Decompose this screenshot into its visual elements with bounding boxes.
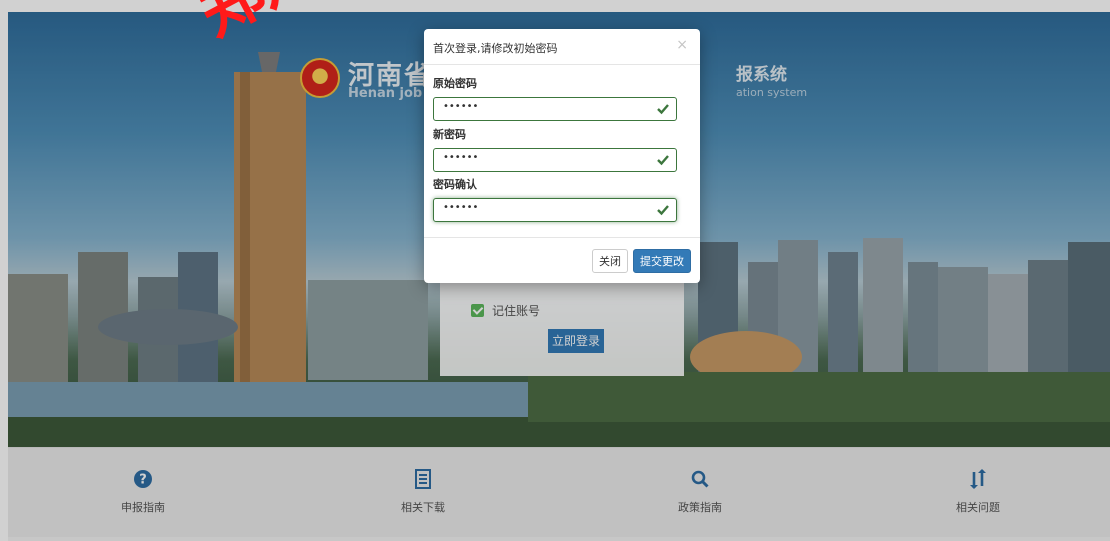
new-password-value: •••••• bbox=[443, 152, 479, 163]
field-label-new: 新密码 bbox=[433, 128, 466, 141]
close-icon[interactable]: × bbox=[676, 37, 688, 53]
check-icon bbox=[657, 104, 669, 115]
change-password-modal: 首次登录,请修改初始密码 × 原始密码 •••••• 新密码 •••••• 密码… bbox=[424, 29, 700, 283]
new-password-input[interactable]: •••••• bbox=[433, 148, 677, 172]
field-new-password: 新密码 •••••• bbox=[433, 126, 677, 172]
field-label-confirm: 密码确认 bbox=[433, 178, 477, 191]
confirm-password-value: •••••• bbox=[443, 202, 479, 213]
modal-title: 首次登录,请修改初始密码 bbox=[433, 42, 558, 55]
submit-change-button[interactable]: 提交更改 bbox=[633, 249, 691, 273]
field-label-original: 原始密码 bbox=[433, 77, 477, 90]
field-original-password: 原始密码 •••••• bbox=[433, 75, 677, 121]
original-password-input[interactable]: •••••• bbox=[433, 97, 677, 121]
modal-footer: 关闭 提交更改 bbox=[424, 237, 700, 283]
check-icon bbox=[657, 155, 669, 166]
original-password-value: •••••• bbox=[443, 101, 479, 112]
confirm-password-input[interactable]: •••••• bbox=[433, 198, 677, 222]
close-button[interactable]: 关闭 bbox=[592, 249, 628, 273]
check-icon bbox=[657, 205, 669, 216]
page: 河南省 Henan job 报系统 ation system 记住账号 立即登录… bbox=[0, 0, 1110, 541]
field-confirm-password: 密码确认 •••••• bbox=[433, 176, 677, 222]
modal-header: 首次登录,请修改初始密码 × bbox=[424, 29, 700, 65]
